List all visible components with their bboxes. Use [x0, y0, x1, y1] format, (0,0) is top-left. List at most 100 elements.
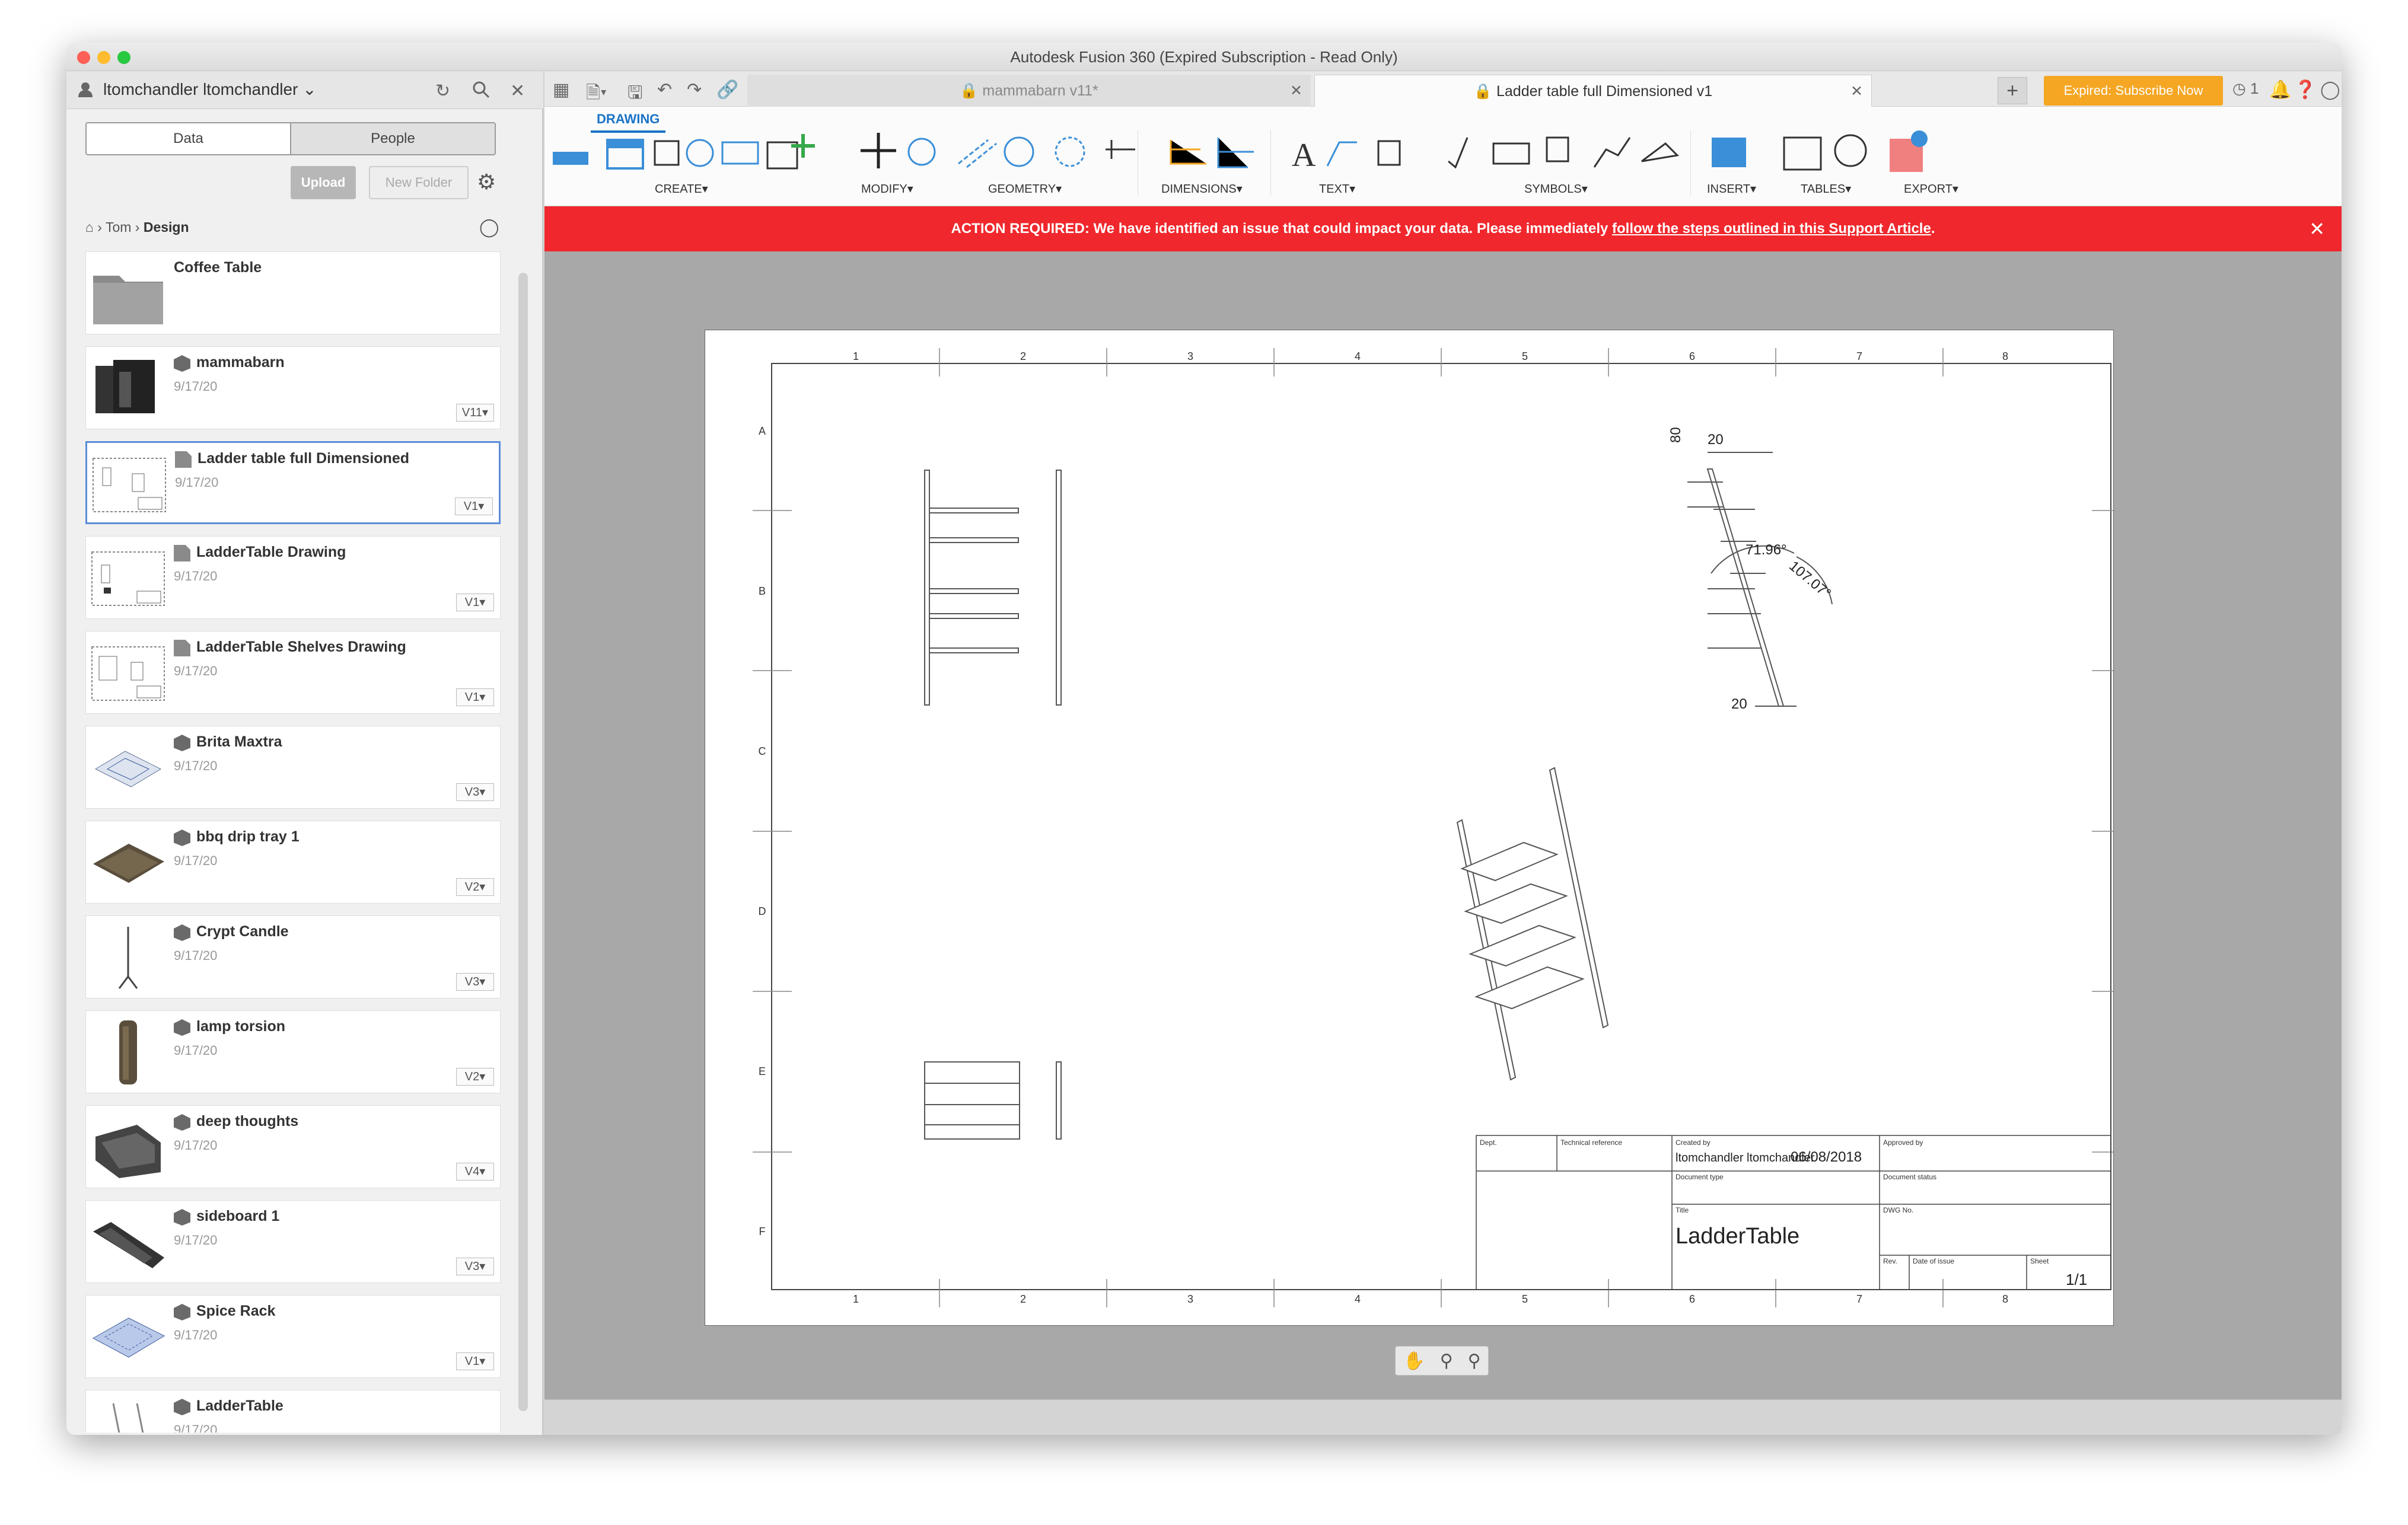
col-label: 1	[853, 350, 859, 362]
profile-icon[interactable]: ◯	[2320, 79, 2340, 100]
dimensions-menu[interactable]: DIMENSIONS▾	[1161, 181, 1243, 196]
item-date: 9/17/20	[174, 1043, 218, 1058]
close-tab-icon[interactable]: ✕	[1290, 75, 1302, 107]
tb-sheet: 1/1	[2066, 1271, 2087, 1288]
zoom-window-button[interactable]	[117, 51, 130, 64]
item-name: Crypt Candle	[196, 923, 289, 940]
subscribe-button[interactable]: Expired: Subscribe Now	[2044, 76, 2223, 106]
close-banner-icon[interactable]: ✕	[2309, 206, 2325, 251]
export-menu[interactable]: EXPORT▾	[1904, 181, 1958, 196]
link-icon[interactable]: 🔗	[716, 79, 738, 100]
col-label: 7	[1856, 350, 1862, 362]
tables-menu[interactable]: TABLES▾	[1801, 181, 1851, 196]
insert-menu[interactable]: INSERT▾	[1707, 181, 1756, 196]
gear-icon[interactable]: ⚙	[477, 170, 496, 194]
tab-mammabarn[interactable]: 🔒 mammabarn v11* ✕	[747, 75, 1311, 107]
panel-scrollbar[interactable]	[518, 273, 528, 1411]
version-badge[interactable]: V4▾	[456, 1163, 494, 1181]
design-thumbnail	[93, 1222, 164, 1268]
drawing-thumbnail	[91, 551, 165, 606]
col-label: 4	[1355, 350, 1361, 362]
version-badge[interactable]: V2▾	[456, 878, 494, 896]
list-item[interactable]: deep thoughts 9/17/20 V4▾	[85, 1105, 501, 1188]
close-panel-icon[interactable]: ✕	[510, 81, 525, 101]
version-badge[interactable]: V1▾	[455, 497, 493, 515]
item-date: 9/17/20	[174, 663, 218, 678]
item-date: 9/17/20	[174, 1233, 218, 1248]
save-icon[interactable]: 🖫	[628, 79, 643, 110]
pan-icon[interactable]: ✋	[1403, 1351, 1425, 1371]
list-item[interactable]: mammabarn 9/17/20 V11▾	[85, 346, 501, 429]
undo-icon[interactable]: ↶	[657, 79, 672, 100]
col-label: 6	[1689, 1293, 1695, 1305]
version-badge[interactable]: V2▾	[456, 1068, 494, 1086]
version-badge[interactable]: V1▾	[456, 1352, 494, 1370]
isometric-view	[1456, 767, 1609, 1081]
support-article-link[interactable]: follow the steps outlined in this Suppor…	[1612, 221, 1931, 237]
tab-people[interactable]: People	[291, 123, 495, 154]
version-badge[interactable]: V3▾	[456, 973, 494, 991]
zoom-icon[interactable]: ⚲	[1440, 1351, 1453, 1371]
item-name: mammabarn	[196, 354, 285, 371]
item-date: 9/17/20	[174, 758, 218, 773]
list-item[interactable]: sideboard 1 9/17/20 V3▾	[85, 1200, 501, 1283]
version-badge[interactable]: V1▾	[456, 594, 494, 611]
list-item[interactable]: Crypt Candle 9/17/20 V3▾	[85, 915, 501, 998]
tab-ladder-table[interactable]: 🔒 Ladder table full Dimensioned v1 ✕	[1314, 75, 1872, 107]
design-thumbnail	[92, 1317, 165, 1358]
text-menu[interactable]: TEXT▾	[1319, 181, 1355, 196]
modify-menu[interactable]: MODIFY▾	[861, 181, 913, 196]
close-tab-icon[interactable]: ✕	[1850, 75, 1863, 107]
help-icon[interactable]: ❓	[2294, 79, 2316, 100]
geometry-menu[interactable]: GEOMETRY▾	[988, 181, 1062, 196]
upload-button[interactable]: Upload	[291, 166, 356, 199]
design-thumbnail	[119, 1020, 137, 1084]
user-icon	[78, 82, 93, 102]
list-item[interactable]: LadderTable Drawing 9/17/20 V1▾	[85, 536, 501, 619]
close-window-button[interactable]	[77, 51, 90, 64]
col-label: 5	[1522, 350, 1528, 362]
version-badge[interactable]: V3▾	[456, 1258, 494, 1275]
new-tab-button[interactable]: +	[1998, 77, 2027, 104]
search-icon[interactable]	[472, 81, 490, 103]
job-status[interactable]: ◷ 1	[2232, 79, 2259, 98]
grid-icon[interactable]: ▦	[553, 79, 569, 100]
list-item[interactable]: lamp torsion 9/17/20 V2▾	[85, 1010, 501, 1093]
new-folder-button[interactable]: New Folder	[369, 166, 469, 199]
user-menu[interactable]: ltomchandler ltomchandler ⌄	[103, 79, 317, 99]
status-bar	[544, 1399, 2342, 1435]
create-menu[interactable]: CREATE▾	[655, 181, 708, 196]
notification-icon[interactable]: 🔔	[2269, 79, 2291, 100]
version-badge[interactable]: V11▾	[456, 404, 494, 422]
home-icon[interactable]: ⌂	[85, 219, 94, 235]
tb-created-label: Created by	[1676, 1138, 1711, 1147]
panel-header: ltomchandler ltomchandler ⌄ ↻ ✕	[66, 71, 543, 109]
symbols-menu[interactable]: SYMBOLS▾	[1524, 181, 1588, 196]
zoom-window-icon[interactable]: ⚲	[1468, 1351, 1481, 1371]
list-item[interactable]: Ladder table full Dimensioned 9/17/20 V1…	[85, 441, 501, 524]
globe-icon[interactable]: ◯	[479, 217, 499, 238]
drawing-thumbnail	[91, 646, 165, 701]
folder-icon	[93, 276, 163, 324]
list-item[interactable]: bbq drip tray 1 9/17/20 V2▾	[85, 821, 501, 904]
breadcrumb-home[interactable]: Tom	[106, 219, 131, 235]
list-item[interactable]: LadderTable Shelves Drawing 9/17/20 V1▾	[85, 631, 501, 714]
refresh-icon[interactable]: ↻	[435, 81, 450, 101]
breadcrumb-current: Design	[143, 219, 189, 235]
tab-data[interactable]: Data	[87, 123, 291, 154]
list-item[interactable]: Brita Maxtra 9/17/20 V3▾	[85, 726, 501, 809]
file-menu-icon[interactable]: 🗎▾	[586, 79, 607, 110]
row-label: E	[759, 1065, 766, 1077]
redo-icon[interactable]: ↷	[687, 79, 702, 100]
drawing-sheet: 12345678 12345678 ABCDEF ABCDEF	[705, 330, 2131, 1326]
col-label: 4	[1355, 1293, 1361, 1305]
drawing-canvas[interactable]: 12345678 12345678 ABCDEF ABCDEF	[544, 251, 2342, 1435]
list-item[interactable]: Spice Rack 9/17/20 V1▾	[85, 1295, 501, 1378]
list-item[interactable]: Coffee Table	[85, 251, 501, 334]
title-bar: Autodesk Fusion 360 (Expired Subscriptio…	[66, 43, 2342, 71]
minimize-window-button[interactable]	[97, 51, 110, 64]
version-badge[interactable]: V1▾	[456, 688, 494, 706]
list-item[interactable]: LadderTable 9/17/20	[85, 1390, 501, 1433]
version-badge[interactable]: V3▾	[456, 783, 494, 801]
banner-end: .	[1931, 221, 1935, 237]
